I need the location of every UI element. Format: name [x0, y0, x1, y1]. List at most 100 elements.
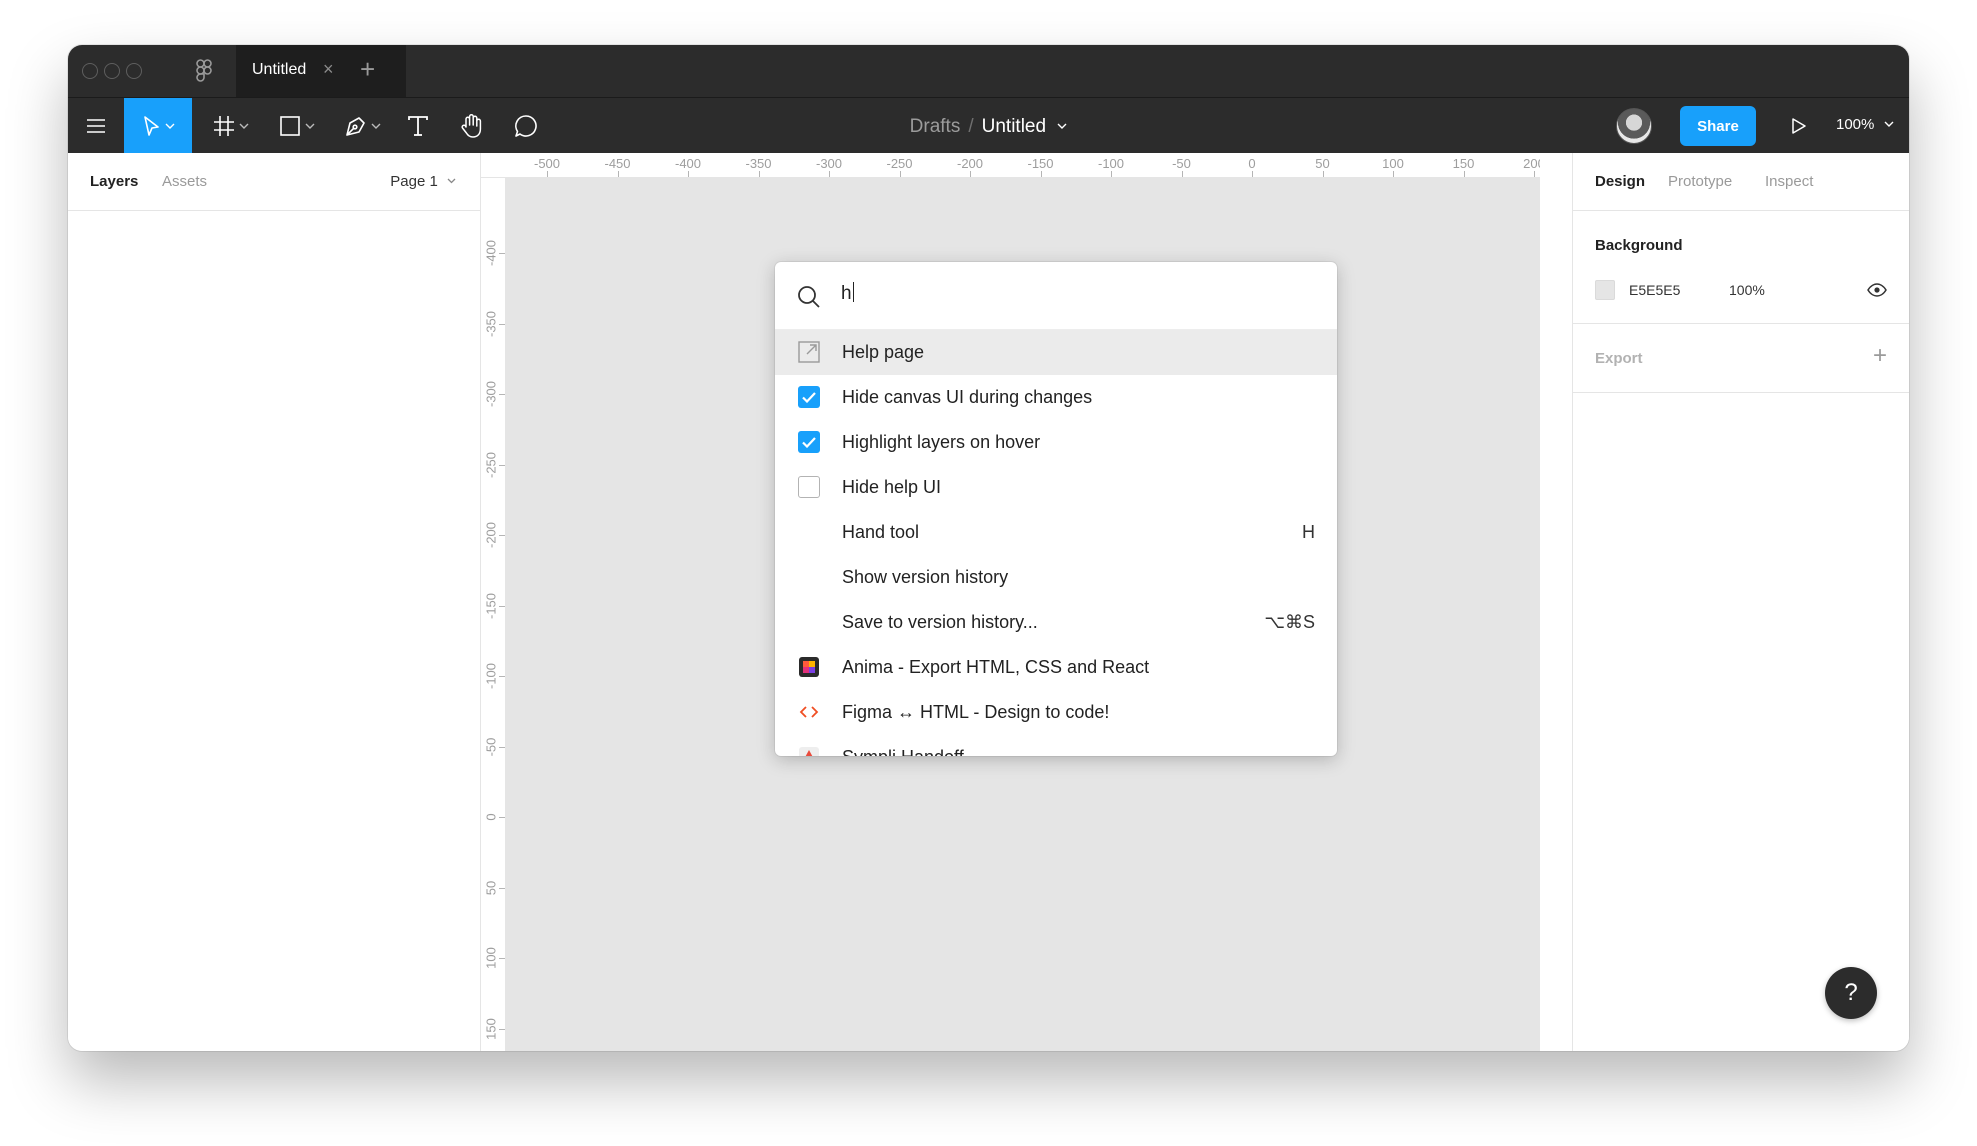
- checkbox-unchecked[interactable]: [798, 476, 820, 498]
- search-icon: [798, 286, 820, 308]
- ruler-left-label: -200: [483, 521, 499, 549]
- quick-action-label: Sympli Handoff: [842, 747, 964, 756]
- quick-actions-input[interactable]: h: [841, 282, 855, 305]
- background-color-swatch[interactable]: [1595, 280, 1615, 300]
- ruler-tick: [1111, 171, 1112, 177]
- ruler-top-label: -400: [674, 156, 702, 171]
- quick-action-label: Hand tool: [842, 522, 920, 542]
- ruler-top-label: -350: [745, 156, 772, 171]
- ruler-top-label: -450: [604, 156, 631, 171]
- tab-assets[interactable]: Assets: [162, 173, 207, 190]
- tab-close-icon[interactable]: ×: [323, 59, 334, 80]
- quick-action-item[interactable]: Hide canvas UI during changes: [775, 375, 1337, 420]
- minimize-window-button[interactable]: [104, 63, 120, 79]
- breadcrumb-file-name[interactable]: Untitled: [982, 116, 1046, 137]
- ruler-tick: [1181, 171, 1183, 177]
- ruler-tick: [499, 535, 505, 536]
- ruler-tick: [688, 171, 689, 177]
- avatar[interactable]: [1616, 108, 1652, 144]
- ruler-tick: [499, 253, 505, 254]
- ruler-tick: [499, 676, 505, 677]
- file-tab-title[interactable]: Untitled: [252, 61, 306, 79]
- figma-logo-icon[interactable]: [194, 59, 214, 83]
- ruler-left-label: 50: [483, 880, 499, 895]
- quick-action-item[interactable]: Hand tool H: [775, 510, 1337, 555]
- checkmark-icon: [802, 391, 816, 403]
- quick-action-item[interactable]: Highlight layers on hover: [775, 420, 1337, 465]
- ruler-tick: [1463, 171, 1465, 177]
- tab-inspect[interactable]: Inspect: [1765, 173, 1813, 190]
- new-tab-button[interactable]: +: [360, 54, 375, 85]
- tab-prototype[interactable]: Prototype: [1668, 173, 1732, 190]
- ruler-left-label: -50: [483, 737, 499, 756]
- ruler-tick: [499, 887, 505, 889]
- tab-design[interactable]: Design: [1595, 173, 1645, 190]
- quick-action-label: Hide canvas UI during changes: [842, 387, 1093, 407]
- ruler-top-label: 0: [1248, 156, 1256, 171]
- anima-plugin-icon: [798, 656, 820, 678]
- chevron-down-icon: [447, 178, 456, 184]
- ruler-left-label: 150: [483, 1017, 499, 1040]
- sympli-plugin-icon: [798, 746, 820, 756]
- zoom-level[interactable]: 100%: [1836, 116, 1894, 133]
- add-export-button[interactable]: +: [1873, 342, 1887, 370]
- chevron-down-icon[interactable]: [1057, 123, 1067, 129]
- breadcrumb-separator: /: [968, 116, 974, 137]
- close-window-button[interactable]: [82, 63, 98, 79]
- ruler-top-label: 200: [1523, 156, 1540, 171]
- quick-action-item[interactable]: Sympli Handoff: [775, 735, 1337, 756]
- ruler-top-label: -100: [1097, 156, 1125, 171]
- quick-action-label: Hide help UI: [842, 477, 942, 497]
- export-title: Export: [1595, 350, 1643, 367]
- export-section: Export +: [1573, 324, 1909, 393]
- quick-action-shortcut: ⌥⌘S: [1264, 612, 1315, 632]
- left-panel-tabs: Layers Assets Page 1: [68, 153, 480, 211]
- ruler-tick: [499, 605, 505, 607]
- eye-icon[interactable]: [1867, 283, 1887, 297]
- page-selector-label: Page 1: [390, 173, 438, 190]
- ruler-top-label: 150: [1452, 156, 1475, 171]
- breadcrumb-drafts[interactable]: Drafts: [910, 116, 961, 137]
- ruler-top-label: -150: [1027, 156, 1054, 171]
- left-panel: Layers Assets Page 1: [68, 153, 481, 1051]
- ruler-tick: [499, 958, 505, 959]
- ruler-left-label: -250: [483, 451, 499, 478]
- background-title: Background: [1595, 237, 1683, 254]
- share-button[interactable]: Share: [1680, 106, 1756, 146]
- tab-layers[interactable]: Layers: [90, 173, 138, 190]
- background-section: Background E5E5E5 100%: [1573, 211, 1909, 324]
- quick-action-item[interactable]: Show version history: [775, 555, 1337, 600]
- zoom-window-button[interactable]: [126, 63, 142, 79]
- ruler-top-label: -250: [886, 156, 913, 171]
- background-opacity-input[interactable]: 100%: [1729, 282, 1765, 298]
- title-bar: Untitled × +: [68, 45, 1909, 97]
- ruler-top: -500 -450 -400 -350 -300 -250 -200 -150 -100 -50 0…: [481, 153, 1540, 178]
- ruler-left-label: -150: [483, 592, 499, 619]
- quick-actions-list: Help page Hide canvas UI during changes Hi…: [775, 330, 1337, 756]
- background-hex-input[interactable]: E5E5E5: [1629, 282, 1680, 298]
- page-selector[interactable]: Page 1: [390, 173, 456, 190]
- checkbox-checked[interactable]: [798, 431, 820, 453]
- ruler-top-label: 50: [1315, 156, 1330, 171]
- checkbox-checked[interactable]: [798, 386, 820, 408]
- ruler-tick: [970, 171, 971, 177]
- right-panel-tabs: Design Prototype Inspect: [1573, 153, 1909, 211]
- quick-action-item[interactable]: Help page: [775, 330, 1337, 375]
- quick-action-label: Figma ↔ HTML - Design to code!: [842, 702, 1110, 722]
- ruler-tick: [1393, 171, 1394, 177]
- figma-window: Untitled × + Drafts / Untitled Share 100…: [68, 45, 1909, 1051]
- quick-action-item[interactable]: Save to version history... ⌥⌘S: [775, 600, 1337, 645]
- help-button[interactable]: ?: [1825, 967, 1877, 1019]
- ruler-left-label: -300: [483, 380, 499, 408]
- quick-action-item[interactable]: Hide help UI: [775, 465, 1337, 510]
- quick-action-item[interactable]: Figma ↔ HTML - Design to code!: [775, 690, 1337, 735]
- quick-actions-query: h: [841, 283, 852, 304]
- present-button[interactable]: [1784, 98, 1814, 154]
- quick-action-item[interactable]: Anima - Export HTML, CSS and React: [775, 645, 1337, 690]
- quick-actions-menu: h Help page Hide canvas UI during changes…: [775, 262, 1337, 756]
- ruler-tick: [617, 171, 619, 177]
- ruler-tick: [499, 817, 505, 818]
- ruler-top-label: 100: [1382, 156, 1404, 171]
- quick-actions-search: h: [775, 262, 1337, 330]
- quick-action-label: Anima - Export HTML, CSS and React: [842, 657, 1150, 677]
